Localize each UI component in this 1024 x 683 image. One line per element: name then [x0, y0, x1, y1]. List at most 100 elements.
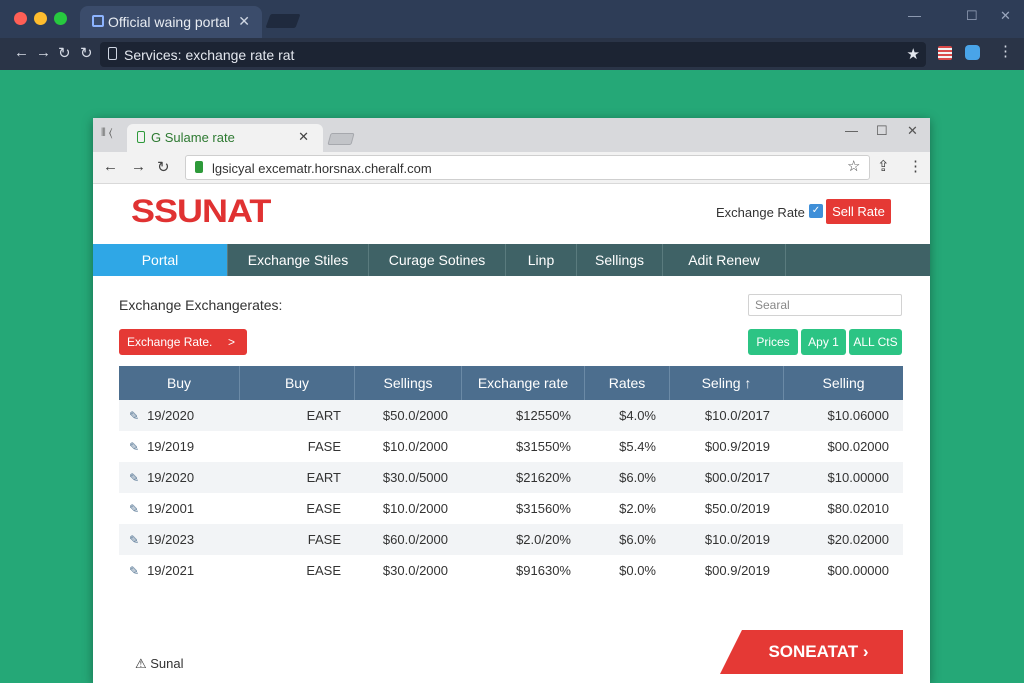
reload-icon[interactable]: ↻	[157, 158, 170, 176]
table-header-row: Buy Buy Sellings Exchange rate Rates Sel…	[119, 366, 903, 400]
minimize-icon[interactable]: —	[908, 8, 921, 23]
back-icon[interactable]: ←	[103, 158, 118, 175]
exchange-rate-checkbox[interactable]: ✓	[809, 204, 823, 218]
nav-item-curage-sotines[interactable]: Curage Sotines	[369, 244, 506, 276]
search-input[interactable]: Searal	[748, 294, 902, 316]
minimize-window-dot[interactable]	[34, 12, 47, 25]
filter-all-button[interactable]: ALL CtS	[849, 329, 902, 355]
close-icon[interactable]: ✕	[907, 123, 918, 139]
edit-icon[interactable]: ✎	[129, 502, 139, 516]
cell-value: $0.0%	[619, 563, 656, 578]
kebab-menu-icon[interactable]: ⋮	[908, 157, 923, 175]
forward-icon[interactable]: →	[36, 44, 51, 61]
minimize-icon[interactable]: —	[845, 123, 858, 138]
nav-item-exchange-stiles[interactable]: Exchange Stiles	[228, 244, 369, 276]
back-icon[interactable]: ←	[14, 44, 29, 61]
close-tab-icon[interactable]: ✕	[298, 129, 309, 145]
table-cell: EASE	[240, 555, 355, 586]
reload-alt-icon[interactable]: ↻	[80, 44, 93, 62]
cell-value: EASE	[306, 563, 341, 578]
soneatat-button[interactable]: SONEATAT ›	[720, 630, 903, 674]
table-body: ✎ 19/2020 EART $50.0/2000 $12550% $4.0% $10.0/…	[119, 400, 903, 586]
main-nav: Portal Exchange Stiles Curage Sotines Li…	[93, 244, 930, 276]
cell-value: $6.0%	[619, 470, 656, 485]
cell-value: EART	[306, 470, 341, 485]
new-tab-button[interactable]	[265, 14, 301, 28]
cell-value: 19/2001	[147, 501, 195, 516]
cell-value: $12550%	[516, 408, 571, 423]
edit-icon[interactable]: ✎	[129, 440, 139, 454]
maximize-icon[interactable]: ☐	[966, 8, 978, 24]
column-header-rates[interactable]: Rates	[585, 366, 670, 400]
table-cell: $50.0/2019	[670, 493, 784, 524]
column-header-buy-2[interactable]: Buy	[240, 366, 355, 400]
brand-logo[interactable]: SSUNAT	[131, 192, 271, 230]
zoom-window-dot[interactable]	[54, 12, 67, 25]
outer-tab-title: Official waing portal	[108, 14, 230, 30]
table-cell: $60.0/2000	[355, 524, 462, 555]
cell-value: $50.0/2000	[382, 408, 448, 423]
address-text: lgsicyal excematr.horsnax.cheralf.com	[212, 161, 432, 176]
cell-value: $6.0%	[619, 532, 656, 547]
kebab-menu-icon[interactable]: ⋮	[998, 42, 1013, 60]
exchange-rate-button[interactable]: Exchange Rate. >	[119, 329, 247, 355]
lock-icon	[108, 47, 117, 60]
maximize-icon[interactable]: ☐	[876, 123, 888, 139]
sell-rate-button[interactable]: Sell Rate	[826, 199, 891, 224]
close-tab-icon[interactable]: ✕	[238, 13, 250, 30]
cell-value: $10.0/2017	[704, 408, 770, 423]
secure-lock-icon	[137, 131, 145, 143]
table-row[interactable]: ✎ 19/2019 FASE $10.0/2000 $31550% $5.4% $00.9/…	[119, 431, 903, 462]
forward-icon[interactable]: →	[131, 158, 146, 175]
table-cell: EASE	[240, 493, 355, 524]
edit-icon[interactable]: ✎	[129, 409, 139, 423]
column-header-buy[interactable]: Buy	[119, 366, 240, 400]
table-cell: EART	[240, 400, 355, 431]
table-cell: $6.0%	[585, 462, 670, 493]
nav-item-sellings[interactable]: Sellings	[577, 244, 663, 276]
cell-value: $10.06000	[827, 408, 889, 423]
outer-toolbar: ← → ↻ ↻ Services: exchange rate rat ★	[0, 38, 1024, 70]
nav-item-portal[interactable]: Portal	[93, 244, 228, 276]
new-tab-button[interactable]	[327, 133, 355, 145]
table-cell: $10.06000	[784, 400, 903, 431]
table-row[interactable]: ✎ 19/2020 EART $50.0/2000 $12550% $4.0% $10.0/…	[119, 400, 903, 431]
address-bar[interactable]: lgsicyal excematr.horsnax.cheralf.com	[185, 155, 870, 180]
reload-icon[interactable]: ↻	[58, 44, 71, 62]
cell-value: EART	[306, 408, 341, 423]
inner-tab-active[interactable]: G Sulame rate ✕	[127, 124, 323, 152]
column-header-sellings[interactable]: Sellings	[355, 366, 462, 400]
column-header-seling-sorted[interactable]: Seling ↑	[670, 366, 784, 400]
column-header-selling[interactable]: Selling	[784, 366, 903, 400]
filter-apy-button[interactable]: Apy 1	[801, 329, 846, 355]
cell-value: 19/2020	[147, 408, 195, 423]
table-cell: EART	[240, 462, 355, 493]
close-window-dot[interactable]	[14, 12, 27, 25]
table-row[interactable]: ✎ 19/2001 EASE $10.0/2000 $31560% $2.0% $50.0/…	[119, 493, 903, 524]
edit-icon[interactable]: ✎	[129, 533, 139, 547]
table-cell: $10.0/2019	[670, 524, 784, 555]
nav-item-linp[interactable]: Linp	[506, 244, 577, 276]
edit-icon[interactable]: ✎	[129, 564, 139, 578]
table-row[interactable]: ✎ 19/2023 FASE $60.0/2000 $2.0/20% $6.0% $10.0…	[119, 524, 903, 555]
outer-tab-active[interactable]: Official waing portal ✕	[80, 6, 262, 38]
filter-prices-button[interactable]: Prices	[748, 329, 798, 355]
extension-icon[interactable]	[965, 45, 980, 60]
share-icon[interactable]: ⇪	[877, 157, 890, 175]
table-cell: $00.02000	[784, 431, 903, 462]
sidebar-toggle-icon[interactable]: ⦀ ⟨	[101, 127, 113, 140]
table-row[interactable]: ✎ 19/2020 EART $30.0/5000 $21620% $6.0% $00.0/…	[119, 462, 903, 493]
column-header-exchange-rate[interactable]: Exchange rate	[462, 366, 585, 400]
flag-extension-icon[interactable]	[938, 46, 952, 60]
inner-toolbar: ← → ↻ lgsicyal excematr.horsnax.cheralf.…	[93, 152, 930, 184]
nav-item-adit-renew[interactable]: Adit Renew	[663, 244, 786, 276]
cell-value: $00.0/2017	[704, 470, 770, 485]
bookmark-star-icon[interactable]: ☆	[847, 157, 860, 175]
close-icon[interactable]: ✕	[1000, 8, 1011, 24]
address-bar[interactable]: Services: exchange rate rat ★	[100, 42, 926, 67]
cell-value: $4.0%	[619, 408, 656, 423]
edit-icon[interactable]: ✎	[129, 471, 139, 485]
bookmark-star-icon[interactable]: ★	[907, 45, 920, 63]
table-row[interactable]: ✎ 19/2021 EASE $30.0/2000 $91630% $0.0% $00.9/…	[119, 555, 903, 586]
table-cell: $00.9/2019	[670, 431, 784, 462]
